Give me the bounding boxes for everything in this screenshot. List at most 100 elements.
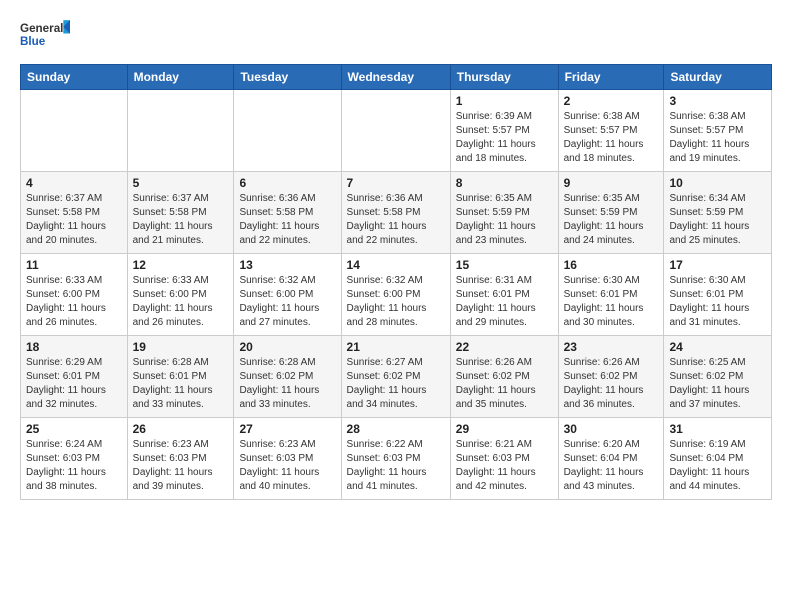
day-number: 22 [456,340,553,354]
calendar-cell: 25 Sunrise: 6:24 AMSunset: 6:03 PMDayligh… [21,418,128,500]
day-number: 26 [133,422,229,436]
svg-text:General: General [20,22,63,35]
calendar-cell: 23Sunrise: 6:26 AMSunset: 6:02 PMDayligh… [558,336,664,418]
day-info: Sunrise: 6:25 AMSunset: 6:02 PMDaylight:… [669,356,766,412]
calendar-cell: 28Sunrise: 6:22 AMSunset: 6:03 PMDayligh… [341,418,450,500]
calendar-cell: 8 Sunrise: 6:35 AMSunset: 5:59 PMDaylight… [450,172,558,254]
calendar-cell: 9Sunrise: 6:35 AMSunset: 5:59 PMDaylight… [558,172,664,254]
svg-text:Blue: Blue [20,35,46,48]
day-header-friday: Friday [558,65,664,90]
day-header-saturday: Saturday [664,65,772,90]
day-info: Sunrise: 6:20 AMSunset: 6:04 PMDaylight:… [564,438,659,494]
calendar-cell [234,90,341,172]
calendar-cell: 11Sunrise: 6:33 AMSunset: 6:00 PMDayligh… [21,254,128,336]
day-number: 31 [669,422,766,436]
day-info: Sunrise: 6:24 AMSunset: 6:03 PMDaylight:… [26,438,122,494]
calendar-week-2: 4 Sunrise: 6:37 AMSunset: 5:58 PMDaylight… [21,172,772,254]
calendar-week-5: 25 Sunrise: 6:24 AMSunset: 6:03 PMDayligh… [21,418,772,500]
logo: General Blue [20,16,70,56]
calendar-cell: 2Sunrise: 6:38 AMSunset: 5:57 PMDaylight… [558,90,664,172]
calendar-cell: 16 Sunrise: 6:30 AMSunset: 6:01 PMDayligh… [558,254,664,336]
day-info: Sunrise: 6:26 AMSunset: 6:02 PMDaylight:… [456,356,553,412]
day-number: 11 [26,258,122,272]
day-header-sunday: Sunday [21,65,128,90]
day-info: Sunrise: 6:28 AMSunset: 6:01 PMDaylight:… [133,356,229,412]
calendar-cell: 10Sunrise: 6:34 AMSunset: 5:59 PMDayligh… [664,172,772,254]
day-number: 3 [669,94,766,108]
day-info: Sunrise: 6:38 AMSunset: 5:57 PMDaylight:… [669,110,766,166]
day-number: 1 [456,94,553,108]
day-info: Sunrise: 6:35 AMSunset: 5:59 PMDaylight:… [564,192,659,248]
page: General Blue SundayMondayTuesdayWednesda… [0,0,792,510]
day-info: Sunrise: 6:36 AMSunset: 5:58 PMDaylight:… [239,192,335,248]
day-number: 29 [456,422,553,436]
calendar-cell: 24 Sunrise: 6:25 AMSunset: 6:02 PMDayligh… [664,336,772,418]
calendar-cell [21,90,128,172]
calendar-cell: 5 Sunrise: 6:37 AMSunset: 5:58 PMDaylight… [127,172,234,254]
day-header-thursday: Thursday [450,65,558,90]
day-number: 5 [133,176,229,190]
day-info: Sunrise: 6:39 AMSunset: 5:57 PMDaylight:… [456,110,553,166]
calendar-cell: 31Sunrise: 6:19 AMSunset: 6:04 PMDayligh… [664,418,772,500]
calendar-cell [341,90,450,172]
day-number: 24 [669,340,766,354]
day-number: 17 [669,258,766,272]
calendar-cell: 4 Sunrise: 6:37 AMSunset: 5:58 PMDaylight… [21,172,128,254]
calendar-cell: 26Sunrise: 6:23 AMSunset: 6:03 PMDayligh… [127,418,234,500]
calendar-cell [127,90,234,172]
calendar: SundayMondayTuesdayWednesdayThursdayFrid… [20,64,772,500]
day-number: 8 [456,176,553,190]
calendar-cell: 6 Sunrise: 6:36 AMSunset: 5:58 PMDaylight… [234,172,341,254]
day-number: 14 [347,258,445,272]
day-number: 30 [564,422,659,436]
calendar-cell: 12 Sunrise: 6:33 AMSunset: 6:00 PMDayligh… [127,254,234,336]
logo-svg: General Blue [20,16,70,56]
day-info: Sunrise: 6:23 AMSunset: 6:03 PMDaylight:… [239,438,335,494]
day-info: Sunrise: 6:35 AMSunset: 5:59 PMDaylight:… [456,192,553,248]
day-number: 28 [347,422,445,436]
day-number: 6 [239,176,335,190]
calendar-week-4: 18 Sunrise: 6:29 AMSunset: 6:01 PMDayligh… [21,336,772,418]
calendar-header-row: SundayMondayTuesdayWednesdayThursdayFrid… [21,65,772,90]
calendar-cell: 18 Sunrise: 6:29 AMSunset: 6:01 PMDayligh… [21,336,128,418]
calendar-cell: 22 Sunrise: 6:26 AMSunset: 6:02 PMDayligh… [450,336,558,418]
day-number: 16 [564,258,659,272]
day-info: Sunrise: 6:29 AMSunset: 6:01 PMDaylight:… [26,356,122,412]
day-info: Sunrise: 6:32 AMSunset: 6:00 PMDaylight:… [347,274,445,330]
day-info: Sunrise: 6:37 AMSunset: 5:58 PMDaylight:… [133,192,229,248]
day-number: 21 [347,340,445,354]
calendar-cell: 3 Sunrise: 6:38 AMSunset: 5:57 PMDaylight… [664,90,772,172]
day-info: Sunrise: 6:28 AMSunset: 6:02 PMDaylight:… [239,356,335,412]
calendar-cell: 14 Sunrise: 6:32 AMSunset: 6:00 PMDayligh… [341,254,450,336]
header: General Blue [20,16,772,56]
day-number: 18 [26,340,122,354]
calendar-cell: 1 Sunrise: 6:39 AMSunset: 5:57 PMDaylight… [450,90,558,172]
day-number: 7 [347,176,445,190]
calendar-week-1: 1 Sunrise: 6:39 AMSunset: 5:57 PMDaylight… [21,90,772,172]
day-info: Sunrise: 6:33 AMSunset: 6:00 PMDaylight:… [133,274,229,330]
day-number: 12 [133,258,229,272]
day-info: Sunrise: 6:37 AMSunset: 5:58 PMDaylight:… [26,192,122,248]
day-info: Sunrise: 6:26 AMSunset: 6:02 PMDaylight:… [564,356,659,412]
day-header-monday: Monday [127,65,234,90]
calendar-cell: 19 Sunrise: 6:28 AMSunset: 6:01 PMDayligh… [127,336,234,418]
calendar-cell: 7 Sunrise: 6:36 AMSunset: 5:58 PMDaylight… [341,172,450,254]
day-info: Sunrise: 6:30 AMSunset: 6:01 PMDaylight:… [564,274,659,330]
day-info: Sunrise: 6:21 AMSunset: 6:03 PMDaylight:… [456,438,553,494]
day-info: Sunrise: 6:36 AMSunset: 5:58 PMDaylight:… [347,192,445,248]
day-info: Sunrise: 6:34 AMSunset: 5:59 PMDaylight:… [669,192,766,248]
day-number: 25 [26,422,122,436]
day-info: Sunrise: 6:30 AMSunset: 6:01 PMDaylight:… [669,274,766,330]
calendar-cell: 27 Sunrise: 6:23 AMSunset: 6:03 PMDayligh… [234,418,341,500]
calendar-cell: 30 Sunrise: 6:20 AMSunset: 6:04 PMDayligh… [558,418,664,500]
day-number: 27 [239,422,335,436]
calendar-cell: 29 Sunrise: 6:21 AMSunset: 6:03 PMDayligh… [450,418,558,500]
calendar-cell: 17 Sunrise: 6:30 AMSunset: 6:01 PMDayligh… [664,254,772,336]
day-number: 4 [26,176,122,190]
day-header-wednesday: Wednesday [341,65,450,90]
calendar-cell: 20 Sunrise: 6:28 AMSunset: 6:02 PMDayligh… [234,336,341,418]
day-header-tuesday: Tuesday [234,65,341,90]
calendar-cell: 13Sunrise: 6:32 AMSunset: 6:00 PMDayligh… [234,254,341,336]
day-number: 19 [133,340,229,354]
day-number: 20 [239,340,335,354]
